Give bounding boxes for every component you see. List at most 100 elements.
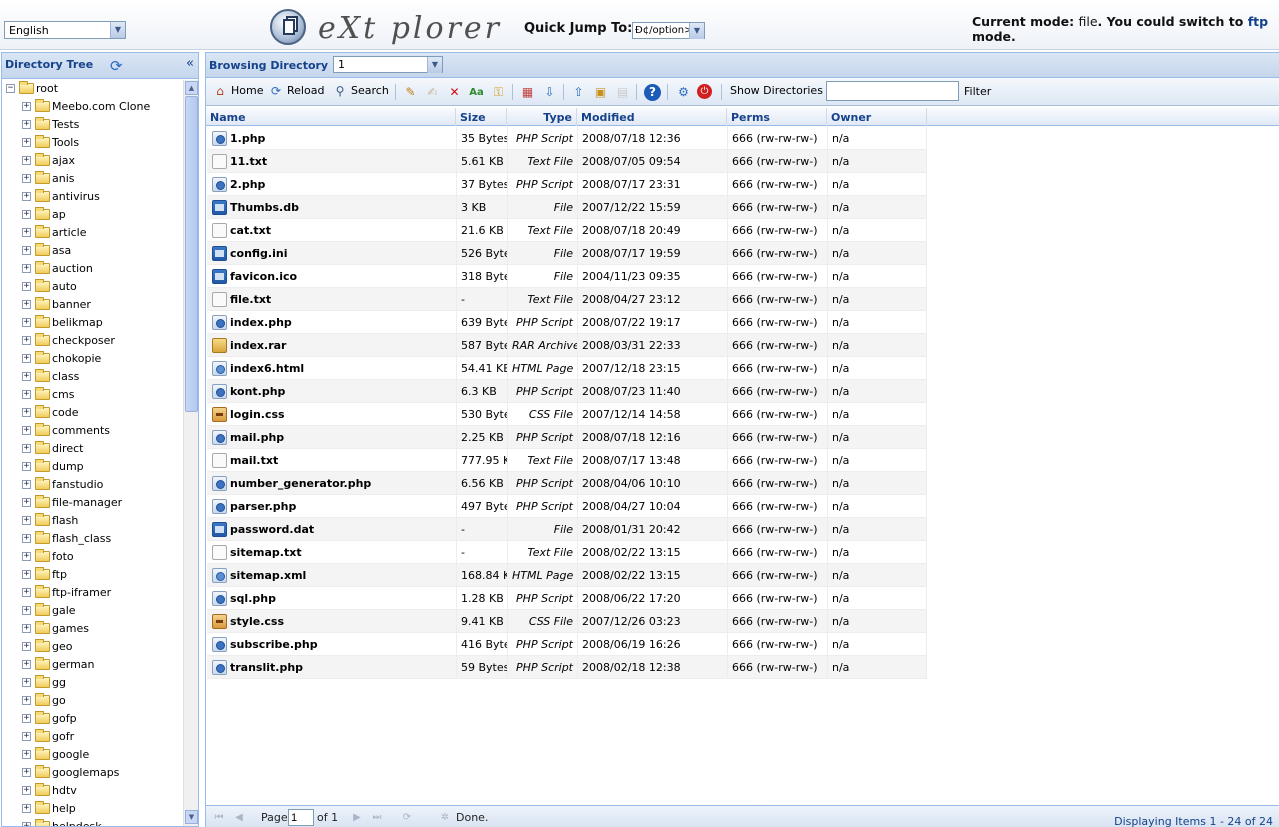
extract-icon[interactable]: ▤ <box>614 84 631 101</box>
column-header-owner[interactable]: Owner <box>827 108 927 126</box>
file-row[interactable]: 11.txt 5.61 KB Text File 2008/07/05 09:54 66… <box>207 150 927 173</box>
chmod-icon[interactable]: ⚿ <box>490 84 507 101</box>
tree-node[interactable]: + flash_class <box>2 530 184 548</box>
expand-node-icon[interactable]: + <box>22 696 31 705</box>
tree-node[interactable]: + gg <box>2 674 184 692</box>
expand-node-icon[interactable]: + <box>22 786 31 795</box>
expand-node-icon[interactable]: + <box>22 804 31 813</box>
tree-node[interactable]: + Tests <box>2 116 184 134</box>
tree-node[interactable]: + checkposer <box>2 332 184 350</box>
tree-node[interactable]: + comments <box>2 422 184 440</box>
tree-node[interactable]: + auto <box>2 278 184 296</box>
scroll-up-icon[interactable]: ▲ <box>185 81 198 95</box>
switch-ftp-link[interactable]: ftp <box>1248 14 1268 29</box>
expand-node-icon[interactable]: + <box>22 678 31 687</box>
file-row[interactable]: login.css 530 Bytes CSS File 2007/12/14 14:… <box>207 403 927 426</box>
tree-node[interactable]: + geo <box>2 638 184 656</box>
expand-node-icon[interactable]: + <box>22 246 31 255</box>
tree-node[interactable]: + Meebo.com Clone <box>2 98 184 116</box>
expand-node-icon[interactable]: + <box>22 210 31 219</box>
column-header-modified[interactable]: Modified <box>577 108 727 126</box>
reload-button[interactable]: ⟳ Reload <box>268 83 324 101</box>
column-header-size[interactable]: Size <box>456 108 507 126</box>
tree-node[interactable]: + helpdesk <box>2 818 184 826</box>
expand-node-icon[interactable]: + <box>22 606 31 615</box>
file-row[interactable]: sql.php 1.28 KB PHP Script 2008/06/22 17:20… <box>207 587 927 610</box>
delete-icon[interactable]: ✕ <box>446 84 463 101</box>
tree-scrollbar[interactable]: ▲ ▼ <box>183 80 198 826</box>
tree-node[interactable]: + dump <box>2 458 184 476</box>
expand-node-icon[interactable]: + <box>22 282 31 291</box>
chevron-down-icon[interactable]: ▼ <box>427 57 442 73</box>
expand-node-icon[interactable]: + <box>22 462 31 471</box>
home-button[interactable]: ⌂ Home <box>212 83 263 101</box>
expand-node-icon[interactable]: + <box>22 750 31 759</box>
tree-node[interactable]: + file-manager <box>2 494 184 512</box>
expand-node-icon[interactable]: + <box>22 426 31 435</box>
chevron-down-icon[interactable]: ▼ <box>689 23 704 39</box>
tree-node[interactable]: + chokopie <box>2 350 184 368</box>
tree-node[interactable]: + ap <box>2 206 184 224</box>
file-row[interactable]: favicon.ico 318 Bytes File 2004/11/23 09:35… <box>207 265 927 288</box>
tree-node[interactable]: + gofr <box>2 728 184 746</box>
file-row[interactable]: sitemap.xml 168.84 KB HTML Page 2008/02/22 … <box>207 564 927 587</box>
file-row[interactable]: parser.php 497 Bytes PHP Script 2008/04/27 … <box>207 495 927 518</box>
tree-node[interactable]: + fanstudio <box>2 476 184 494</box>
column-header-perms[interactable]: Perms <box>727 108 827 126</box>
show-directories-button[interactable]: Show Directories <box>730 83 823 101</box>
tree-node[interactable]: + Tools <box>2 134 184 152</box>
tree-node[interactable]: + help <box>2 800 184 818</box>
file-row[interactable]: config.ini 526 Bytes File 2008/07/17 19:59 6… <box>207 242 927 265</box>
expand-node-icon[interactable]: + <box>22 714 31 723</box>
tree-node[interactable]: + code <box>2 404 184 422</box>
tree-node[interactable]: + gofp <box>2 710 184 728</box>
tree-node[interactable]: + german <box>2 656 184 674</box>
tree-node[interactable]: + asa <box>2 242 184 260</box>
file-row[interactable]: sitemap.txt - Text File 2008/02/22 13:15 666… <box>207 541 927 564</box>
directory-select[interactable]: 1 ▼ <box>333 56 443 73</box>
expand-node-icon[interactable]: + <box>22 822 31 826</box>
tree-node[interactable]: + ftp <box>2 566 184 584</box>
expand-node-icon[interactable]: + <box>22 318 31 327</box>
archive-icon[interactable]: ▣ <box>592 84 609 101</box>
admin-icon[interactable]: ⚙ <box>675 84 692 101</box>
expand-node-icon[interactable]: + <box>22 354 31 363</box>
file-row[interactable]: index.rar 587 Bytes RAR Archive 2008/03/31 … <box>207 334 927 357</box>
tree-node[interactable]: + foto <box>2 548 184 566</box>
file-row[interactable]: file.txt - Text File 2008/04/27 23:12 666 (r… <box>207 288 927 311</box>
upload-icon[interactable]: ⇧ <box>570 84 587 101</box>
expand-node-icon[interactable]: + <box>22 588 31 597</box>
new-file-icon[interactable]: ✎ <box>402 84 419 101</box>
chevron-down-icon[interactable]: ▼ <box>110 22 125 38</box>
file-row[interactable]: password.dat - File 2008/01/31 20:42 666 (rw… <box>207 518 927 541</box>
filter-input[interactable] <box>826 81 959 101</box>
expand-node-icon[interactable]: + <box>22 264 31 273</box>
expand-node-icon[interactable]: + <box>22 138 31 147</box>
tree-node[interactable]: + antivirus <box>2 188 184 206</box>
tree-node[interactable]: + ftp-iframer <box>2 584 184 602</box>
tree-node[interactable]: + direct <box>2 440 184 458</box>
expand-node-icon[interactable]: + <box>22 390 31 399</box>
logout-icon[interactable]: ⏻ <box>697 84 712 99</box>
expand-node-icon[interactable]: + <box>22 498 31 507</box>
expand-node-icon[interactable]: + <box>22 480 31 489</box>
tree-node[interactable]: + flash <box>2 512 184 530</box>
tree-node[interactable]: + games <box>2 620 184 638</box>
file-row[interactable]: translit.php 59 Bytes PHP Script 2008/02/18… <box>207 656 927 679</box>
file-row[interactable]: 1.php 35 Bytes PHP Script 2008/07/18 12:36 6… <box>207 127 927 150</box>
view-icon[interactable]: ▦ <box>519 84 536 101</box>
file-row[interactable]: 2.php 37 Bytes PHP Script 2008/07/17 23:31 6… <box>207 173 927 196</box>
tree-node[interactable]: + googlemaps <box>2 764 184 782</box>
column-header-type[interactable]: Type <box>507 108 577 126</box>
expand-node-icon[interactable]: + <box>22 732 31 741</box>
scrollbar-thumb[interactable] <box>185 96 198 412</box>
file-row[interactable]: Thumbs.db 3 KB File 2007/12/22 15:59 666 (rw… <box>207 196 927 219</box>
tree-node[interactable]: + article <box>2 224 184 242</box>
page-number-input[interactable] <box>288 809 314 826</box>
expand-node-icon[interactable]: + <box>22 174 31 183</box>
expand-node-icon[interactable]: + <box>22 372 31 381</box>
tree-node[interactable]: + ajax <box>2 152 184 170</box>
file-row[interactable]: index.php 639 Bytes PHP Script 2008/07/22 1… <box>207 311 927 334</box>
expand-node-icon[interactable]: + <box>22 660 31 669</box>
file-row[interactable]: mail.php 2.25 KB PHP Script 2008/07/18 12:1… <box>207 426 927 449</box>
